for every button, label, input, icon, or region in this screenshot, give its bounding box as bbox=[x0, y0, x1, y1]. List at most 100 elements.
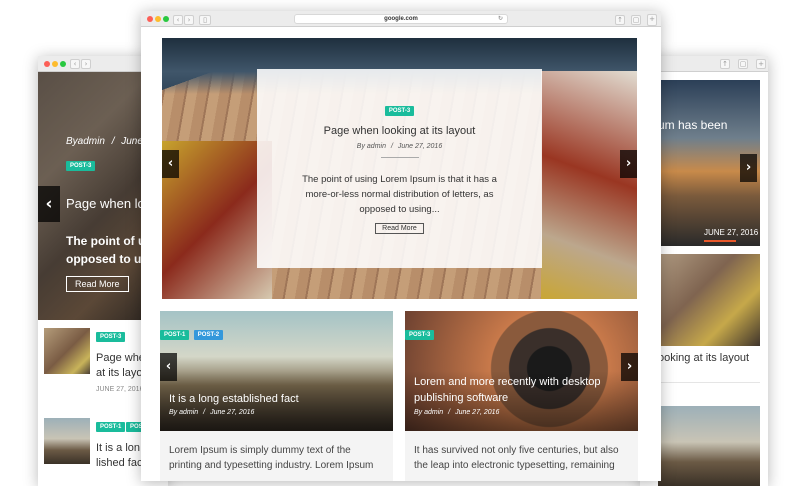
chevron-left-icon: ‹ bbox=[167, 156, 174, 171]
share-icon: ↑ bbox=[722, 60, 728, 68]
chevron-right-icon: › bbox=[626, 359, 633, 374]
address-url: google.com bbox=[384, 16, 418, 22]
card-2-author[interactable]: admin bbox=[424, 409, 443, 416]
left-hero-excerpt-1: The point of u bbox=[66, 234, 146, 248]
slider-tag[interactable]: POST-3 bbox=[384, 106, 415, 116]
left-list-thumb-2[interactable] bbox=[44, 418, 90, 464]
tabs-button[interactable]: ▢ bbox=[631, 15, 641, 25]
reload-icon[interactable]: ↻ bbox=[498, 15, 503, 23]
meta-separator: / bbox=[203, 409, 206, 416]
slider-title[interactable]: Page when looking at its layout bbox=[257, 125, 542, 137]
browser-forward-button[interactable]: › bbox=[184, 15, 194, 25]
right-card-title[interactable]: ooking at its layout bbox=[658, 352, 749, 364]
plus-icon: + bbox=[649, 15, 655, 23]
right-hero-title[interactable]: um has been bbox=[658, 118, 727, 132]
close-window-button[interactable] bbox=[147, 16, 153, 22]
sidebar-button[interactable]: ▯ bbox=[199, 15, 211, 25]
new-tab-button[interactable]: + bbox=[647, 14, 657, 26]
maximize-window-button[interactable] bbox=[60, 61, 66, 67]
card-1-prev-button[interactable]: ‹ bbox=[160, 353, 177, 381]
slider-by: By bbox=[356, 143, 365, 150]
right-hero-date: JUNE 27, 2016 bbox=[704, 228, 759, 237]
card-2-excerpt-2: the leap into electronic typesetting, re… bbox=[414, 460, 615, 471]
card-1-tag-1[interactable]: POST-1 bbox=[160, 330, 190, 340]
slider-next-button[interactable]: › bbox=[620, 150, 637, 178]
left-list-tag-2a[interactable]: POST-1 bbox=[96, 422, 126, 432]
left-hero-excerpt-2: opposed to usi bbox=[66, 252, 152, 266]
slider-meta: By admin / June 27, 2016 bbox=[257, 143, 542, 150]
slider-date: June 27, 2016 bbox=[397, 143, 443, 150]
left-hero-read-more[interactable]: Read More bbox=[66, 276, 129, 292]
main-browser-window: ‹ › ▯ google.com ↻ ↑ ▢ + ‹ › POST-3 Page… bbox=[141, 11, 661, 481]
card-1-body bbox=[160, 431, 393, 481]
card-2-excerpt-1: It has survived not only five centuries,… bbox=[414, 445, 619, 456]
left-list-date-1: JUNE 27, 2016 bbox=[96, 386, 144, 393]
left-hero-meta: Byadmin / June 2 bbox=[66, 136, 151, 147]
plus-icon: + bbox=[758, 60, 764, 68]
left-list-title-2b[interactable]: lished fac bbox=[96, 457, 142, 469]
card-2-by: By bbox=[414, 409, 423, 416]
minimize-window-button[interactable] bbox=[52, 61, 58, 67]
close-window-button[interactable] bbox=[44, 61, 50, 67]
chevron-left-icon: ‹ bbox=[73, 60, 77, 68]
maximize-window-button[interactable] bbox=[163, 16, 169, 22]
tabs-icon: ▢ bbox=[739, 60, 747, 68]
left-hero-title[interactable]: Page when lo bbox=[66, 196, 145, 211]
new-tab-button[interactable]: + bbox=[756, 59, 766, 69]
left-hero-byline: Byadmin bbox=[66, 136, 105, 147]
slider-caption-box: POST-3 Page when looking at its layout B… bbox=[257, 69, 542, 268]
meta-separator: / bbox=[390, 143, 393, 150]
minimize-window-button[interactable] bbox=[155, 16, 161, 22]
card-2-title-2[interactable]: publishing software bbox=[414, 392, 508, 404]
slider-boat-right bbox=[541, 71, 637, 299]
card-1-tag-2[interactable]: POST-2 bbox=[193, 330, 224, 340]
share-button[interactable]: ↑ bbox=[615, 15, 625, 25]
chevron-right-icon: › bbox=[84, 60, 88, 68]
left-list-tag-1[interactable]: POST-3 bbox=[96, 332, 126, 342]
slider-prev-button[interactable]: ‹ bbox=[162, 150, 179, 178]
card-2-meta: By admin / June 27, 2016 bbox=[414, 409, 499, 416]
right-divider bbox=[658, 382, 760, 383]
chevron-left-icon: ‹ bbox=[176, 16, 180, 24]
card-2-next-button[interactable]: › bbox=[621, 353, 638, 381]
card-2-tags: POST-3 bbox=[405, 323, 435, 341]
card-2-body bbox=[405, 431, 638, 481]
address-bar[interactable]: google.com ↻ bbox=[294, 14, 508, 24]
chevron-right-icon: › bbox=[625, 156, 632, 171]
right-hero-next-button[interactable]: › bbox=[740, 154, 757, 182]
share-icon: ↑ bbox=[617, 16, 623, 24]
card-2-tag-1[interactable]: POST-3 bbox=[405, 330, 435, 340]
left-list-title-1b[interactable]: at its layo bbox=[96, 367, 142, 379]
right-card-image[interactable] bbox=[658, 254, 760, 346]
browser-forward-button[interactable]: › bbox=[81, 59, 91, 69]
left-list-title-2a[interactable]: It is a lon bbox=[96, 442, 140, 454]
browser-back-button[interactable]: ‹ bbox=[173, 15, 183, 25]
card-1-title[interactable]: It is a long established fact bbox=[169, 393, 299, 405]
slider-divider bbox=[380, 157, 419, 158]
card-1-tags: POST-1 POST-2 bbox=[160, 323, 224, 341]
chevron-left-icon: ‹ bbox=[45, 194, 53, 214]
slider-author[interactable]: admin bbox=[367, 143, 386, 150]
card-1-meta: By admin / June 27, 2016 bbox=[169, 409, 254, 416]
left-list-title-1a[interactable]: Page whe bbox=[96, 352, 145, 364]
left-list-thumb-1[interactable] bbox=[44, 328, 90, 374]
card-2-title-1[interactable]: Lorem and more recently with desktop bbox=[414, 376, 600, 388]
right-hero-date-underline bbox=[704, 240, 736, 242]
chevron-right-icon: › bbox=[187, 16, 191, 24]
card-1-date: June 27, 2016 bbox=[210, 409, 255, 416]
tabs-button[interactable]: ▢ bbox=[738, 59, 748, 69]
left-hero-tag[interactable]: POST-3 bbox=[66, 161, 96, 171]
left-hero-prev-button[interactable]: ‹ bbox=[38, 186, 60, 222]
slider-read-more[interactable]: Read More bbox=[375, 223, 424, 234]
browser-back-button[interactable]: ‹ bbox=[70, 59, 80, 69]
meta-separator: / bbox=[448, 409, 451, 416]
tabs-icon: ▢ bbox=[632, 16, 640, 24]
card-1-author[interactable]: admin bbox=[179, 409, 198, 416]
slider-excerpt: The point of using Lorem Ipsum is that i… bbox=[302, 174, 497, 215]
card-2-date: June 27, 2016 bbox=[455, 409, 500, 416]
right-card-image-2[interactable] bbox=[658, 406, 760, 486]
share-button[interactable]: ↑ bbox=[720, 59, 730, 69]
main-window-toolbar: ‹ › ▯ google.com ↻ ↑ ▢ + bbox=[141, 11, 661, 27]
card-1-excerpt-1: Lorem Ipsum is simply dummy text of the bbox=[169, 445, 351, 456]
meta-separator: / bbox=[111, 136, 115, 147]
